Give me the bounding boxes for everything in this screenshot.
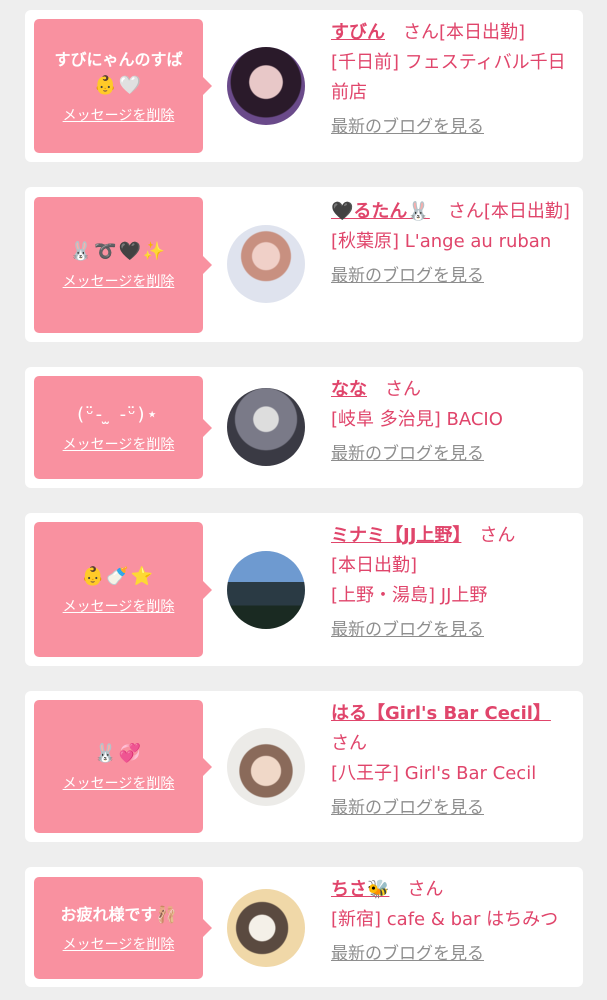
- message-bubble: お疲れ様です🩰 メッセージを削除: [34, 877, 212, 979]
- cast-name-link[interactable]: ミナミ【JJ上野】: [331, 525, 461, 546]
- avatar[interactable]: [227, 225, 305, 303]
- latest-blog-link[interactable]: 最新のブログを見る: [331, 112, 484, 142]
- avatar[interactable]: [227, 388, 305, 466]
- latest-blog-link[interactable]: 最新のブログを見る: [331, 793, 484, 823]
- cast-name-link[interactable]: ちさ🐝: [331, 879, 389, 900]
- honorific: さん: [447, 201, 484, 222]
- cast-info: なな さん [岐阜 多治見] BACIO 最新のブログを見る: [331, 375, 576, 469]
- delete-message-link[interactable]: メッセージを削除: [63, 105, 175, 125]
- message-card: 👶🍼⭐ メッセージを削除 ミナミ【JJ上野】 さん [本日出勤] [上野・湯島]…: [25, 513, 583, 666]
- message-card: (ᵕ̈- ̫ -ᵕ̈)⋆ メッセージを削除 なな さん [岐阜 多治見] BAC…: [25, 367, 583, 488]
- message-bubble: すびにゃんのすぱ 👶🤍 メッセージを削除: [34, 19, 212, 153]
- shop-name: [上野・湯島] JJ上野: [331, 585, 488, 606]
- honorific: さん: [407, 879, 444, 900]
- cast-info: ミナミ【JJ上野】 さん [本日出勤] [上野・湯島] JJ上野 最新のブログを…: [331, 521, 576, 645]
- shop-name: [八王子] Girl's Bar Cecil: [331, 763, 537, 784]
- avatar[interactable]: [227, 551, 305, 629]
- delete-message-link[interactable]: メッセージを削除: [63, 271, 175, 291]
- latest-blog-link[interactable]: 最新のブログを見る: [331, 939, 484, 969]
- cast-info: 🖤るたん🐰 さん[本日出勤] [秋葉原] L'ange au ruban 最新の…: [331, 197, 576, 291]
- cast-info: ちさ🐝 さん [新宿] cafe & bar はちみつ 最新のブログを見る: [331, 875, 576, 969]
- cast-name-link[interactable]: はる【Girl's Bar Cecil】: [331, 703, 551, 724]
- delete-message-link[interactable]: メッセージを削除: [63, 773, 175, 793]
- message-card: 🐰➰🖤✨ メッセージを削除 🖤るたん🐰 さん[本日出勤] [秋葉原] L'ang…: [25, 187, 583, 342]
- honorific: さん: [331, 733, 367, 754]
- avatar[interactable]: [227, 728, 305, 806]
- cast-name-link[interactable]: なな: [331, 379, 367, 400]
- message-emoji: 🐰💞: [94, 742, 143, 764]
- delete-message-link[interactable]: メッセージを削除: [63, 934, 175, 954]
- shop-name: [秋葉原] L'ange au ruban: [331, 231, 552, 252]
- message-emoji: (ᵕ̈- ̫ -ᵕ̈)⋆: [77, 403, 160, 425]
- latest-blog-link[interactable]: 最新のブログを見る: [331, 615, 484, 645]
- attendance-status: [本日出勤]: [483, 201, 570, 222]
- message-card: すびにゃんのすぱ 👶🤍 メッセージを削除 すびん さん[本日出勤] [千日前] …: [25, 10, 583, 162]
- shop-name: [新宿] cafe & bar はちみつ: [331, 909, 559, 930]
- delete-message-link[interactable]: メッセージを削除: [63, 434, 175, 454]
- latest-blog-link[interactable]: 最新のブログを見る: [331, 261, 484, 291]
- attendance-status: [本日出勤]: [331, 555, 418, 576]
- honorific: さん: [385, 379, 421, 400]
- avatar[interactable]: [227, 47, 305, 125]
- message-emoji: 👶🤍: [94, 75, 143, 96]
- message-bubble: 🐰➰🖤✨ メッセージを削除: [34, 197, 212, 333]
- message-text: すびにゃんのすぱ: [54, 50, 183, 69]
- message-bubble: 🐰💞 メッセージを削除: [34, 700, 212, 833]
- avatar[interactable]: [227, 889, 305, 967]
- cast-info: はる【Girl's Bar Cecil】 さん [八王子] Girl's Bar…: [331, 699, 576, 823]
- message-emoji: 🐰➰🖤✨: [69, 241, 168, 262]
- honorific: さん: [479, 525, 516, 546]
- honorific: さん: [403, 22, 439, 43]
- message-emoji: 👶🍼⭐: [81, 565, 156, 587]
- message-bubble: 👶🍼⭐ メッセージを削除: [34, 522, 212, 657]
- message-bubble: (ᵕ̈- ̫ -ᵕ̈)⋆ メッセージを削除: [34, 376, 212, 479]
- delete-message-link[interactable]: メッセージを削除: [63, 596, 175, 616]
- message-text: お疲れ様です🩰: [60, 905, 177, 924]
- latest-blog-link[interactable]: 最新のブログを見る: [331, 439, 484, 469]
- cast-name-link[interactable]: 🖤るたん🐰: [331, 201, 430, 222]
- shop-name: [岐阜 多治見] BACIO: [331, 409, 503, 430]
- attendance-status: [本日出勤]: [439, 22, 526, 43]
- cast-info: すびん さん[本日出勤] [千日前] フェスティバル千日前店 最新のブログを見る: [331, 18, 576, 142]
- cast-name-link[interactable]: すびん: [331, 22, 385, 43]
- shop-name: [千日前] フェスティバル千日前店: [331, 52, 566, 103]
- message-card: 🐰💞 メッセージを削除 はる【Girl's Bar Cecil】 さん [八王子…: [25, 691, 583, 842]
- message-card: お疲れ様です🩰 メッセージを削除 ちさ🐝 さん [新宿] cafe & bar …: [25, 867, 583, 987]
